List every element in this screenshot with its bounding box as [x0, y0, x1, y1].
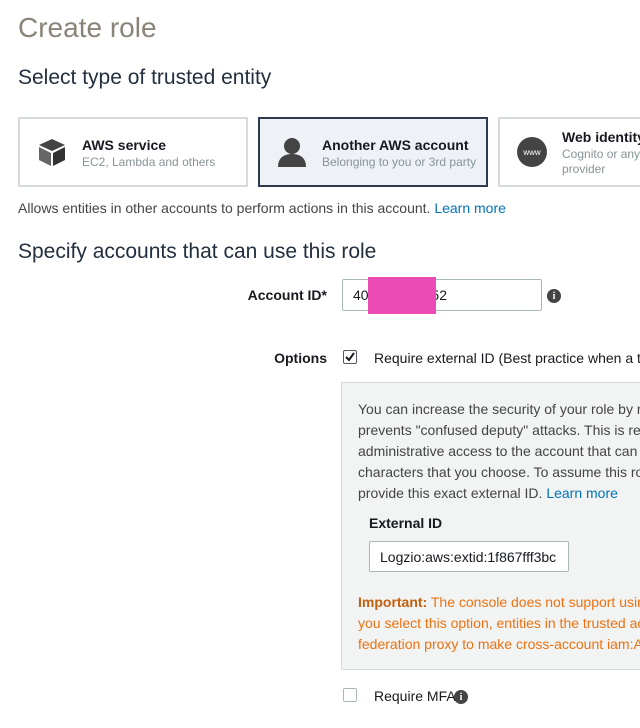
section-heading-trusted-entity: Select type of trusted entity [18, 66, 272, 89]
external-id-help-text: You can increase the security of your ro… [358, 399, 640, 504]
external-id-label: External ID [369, 515, 443, 531]
card-subtitle: EC2, Lambda and others [82, 154, 216, 169]
info-icon[interactable]: i [454, 690, 468, 704]
important-text: The console does not support usin [430, 594, 640, 610]
user-icon [274, 134, 310, 170]
description-text: Allows entities in other accounts to per… [18, 200, 431, 216]
require-external-id-label: Require external ID (Best practice when … [374, 350, 640, 366]
page-title: Create role [18, 12, 157, 43]
card-subtitle-line-1: Cognito or any [562, 147, 640, 161]
require-mfa-checkbox[interactable] [343, 688, 357, 702]
important-label: Important: [358, 594, 428, 610]
account-id-value-prefix: 40 [353, 287, 369, 303]
card-subtitle-line-2: provider [562, 162, 606, 176]
entity-card-web-identity[interactable]: www Web identity Cognito or any provider [498, 117, 640, 187]
info-icon[interactable]: i [547, 289, 561, 303]
card-title: Web identity [562, 129, 640, 145]
card-title: AWS service [82, 136, 167, 153]
entity-card-another-aws-account[interactable]: Another AWS account Belonging to you or … [258, 117, 488, 187]
important-warning: Important: The console does not support … [358, 592, 640, 655]
require-mfa-label: Require MFA [374, 688, 456, 704]
help-line: You can increase the security of your ro… [358, 401, 640, 417]
require-external-id-checkbox[interactable] [343, 350, 357, 364]
external-id-learn-more-link[interactable]: Learn more [546, 485, 618, 501]
trusted-entity-description: Allows entities in other accounts to per… [18, 200, 506, 216]
svg-text:www: www [522, 148, 541, 157]
help-line: prevents "confused deputy" attacks. This… [358, 422, 640, 438]
redaction-mask [368, 277, 436, 314]
help-line: administrative access to the account tha… [358, 443, 638, 459]
entity-card-aws-service[interactable]: AWS service EC2, Lambda and others [18, 117, 248, 187]
check-icon [345, 352, 355, 362]
help-line: provide this exact external ID. [358, 485, 543, 501]
external-id-input[interactable] [369, 541, 569, 572]
help-line: characters that you choose. To assume th… [358, 464, 640, 480]
important-text: federation proxy to make cross-account i… [358, 636, 640, 652]
options-label: Options [274, 350, 327, 366]
account-id-label: Account ID* [247, 287, 327, 303]
card-title: Another AWS account [322, 136, 469, 153]
cube-icon [34, 134, 70, 170]
learn-more-link[interactable]: Learn more [434, 200, 506, 216]
card-subtitle: Belonging to you or 3rd party [322, 154, 477, 169]
section-heading-accounts: Specify accounts that can use this role [18, 240, 377, 263]
www-globe-icon: www [514, 134, 550, 170]
important-text: you select this option, entities in the … [358, 615, 640, 631]
